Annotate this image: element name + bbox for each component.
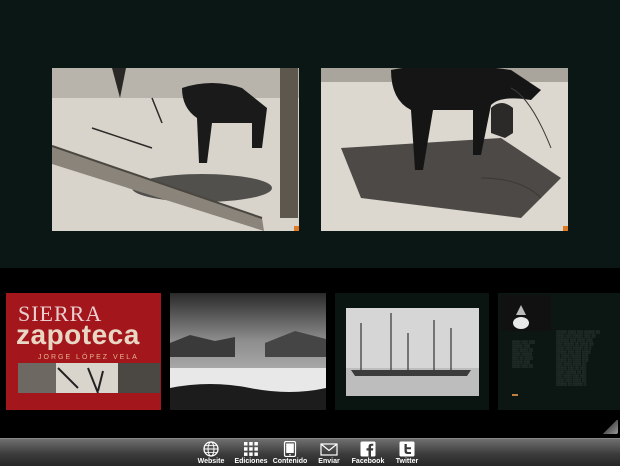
- globe-icon: [203, 441, 219, 457]
- thumbnail-boats[interactable]: [335, 293, 489, 410]
- page-corner-marker: [563, 226, 568, 231]
- mountain-mist-image: [170, 293, 326, 410]
- thumbnail-mountain-mist[interactable]: [170, 293, 326, 410]
- website-button[interactable]: Website: [189, 441, 233, 466]
- boats-image: [346, 308, 479, 396]
- grid-icon: [244, 442, 258, 456]
- enviar-button[interactable]: Enviar: [307, 441, 351, 466]
- cover-title-zapoteca: zapoteca: [16, 319, 140, 350]
- cover-photo-strip: [18, 363, 160, 393]
- fire-night-image: [501, 295, 551, 331]
- bull-with-log-image: [52, 68, 299, 231]
- twitter-icon: [399, 441, 415, 457]
- thumbnail-cover[interactable]: SIERRA zapoteca JORGE LÓPEZ VELA: [6, 293, 161, 410]
- contenido-button[interactable]: Contenido: [268, 441, 312, 466]
- text-column-right: ░░░░░ ░░░░ ░░░ ░░░░░ ░░ ░░░░ ░░░ ░░░░░ ░░…: [556, 330, 600, 386]
- page-corner-marker: [294, 226, 299, 231]
- envelope-icon: [320, 443, 338, 456]
- facebook-button[interactable]: Facebook: [346, 441, 390, 466]
- photo-left-page[interactable]: [52, 68, 299, 231]
- twitter-button[interactable]: Twitter: [385, 441, 429, 466]
- page-viewer: [0, 0, 620, 268]
- facebook-icon: [360, 441, 376, 457]
- text-column-left: ░░░░ ░░░ ░░░ ░░░░░ ░░░ ░░░ ░░░░ ░░ ░░░░ ░░░…: [512, 340, 535, 368]
- tablet-icon: [283, 441, 297, 457]
- thumbnail-text-page[interactable]: ░░░░ ░░░ ░░░ ░░░░░ ░░░ ░░░ ░░░░ ░░ ░░░░ ░░░…: [498, 293, 620, 410]
- photo-right-page[interactable]: [321, 68, 568, 231]
- ediciones-button[interactable]: Ediciones: [229, 441, 273, 466]
- page-curl-icon[interactable]: [602, 420, 618, 434]
- text-page-marker: [512, 394, 518, 396]
- cover-author: JORGE LÓPEZ VELA: [38, 354, 139, 361]
- bull-standing-image: [321, 68, 568, 231]
- bottom-toolbar: Website Ediciones Contenido Enviar Faceb…: [0, 438, 620, 466]
